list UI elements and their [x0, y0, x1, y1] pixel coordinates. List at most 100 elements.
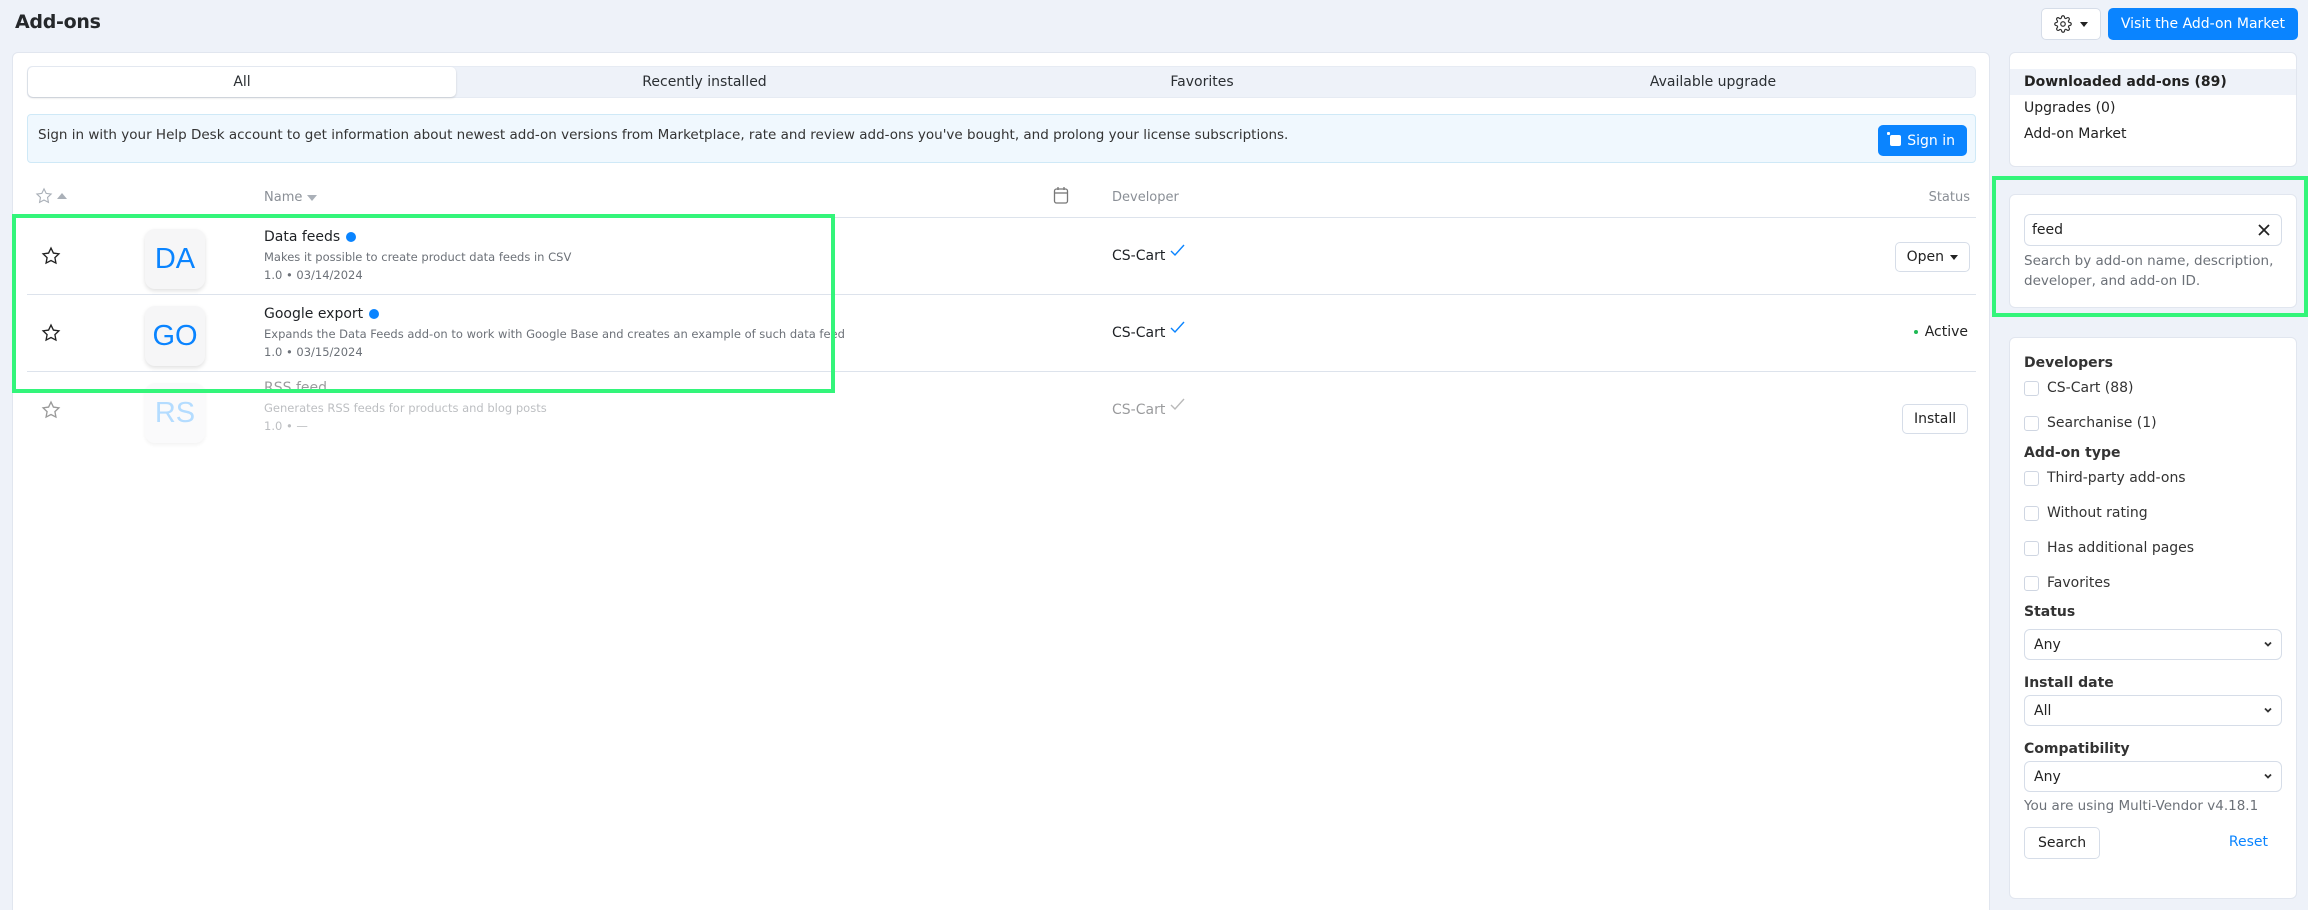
sidebar-item-market[interactable]: Add-on Market: [2010, 121, 2296, 147]
calendar-icon: [1053, 187, 1069, 204]
chevron-down-icon: [2264, 773, 2272, 779]
checkbox-label: Searchanise (1): [2047, 415, 2157, 431]
status-select-value: Any: [2034, 636, 2061, 653]
sort-desc-icon: [307, 194, 318, 201]
status-active: Active: [1913, 324, 1968, 340]
reset-link[interactable]: Reset: [2229, 834, 2268, 850]
search-input[interactable]: [2025, 215, 2245, 245]
addon-name: RSS feed: [264, 380, 327, 396]
sidebar-nav: Downloaded add-ons (89) Upgrades (0) Add…: [2009, 52, 2297, 167]
compatibility-title: Compatibility: [2024, 741, 2130, 757]
page-title: Add-ons: [15, 11, 101, 33]
tab-all[interactable]: All: [28, 67, 456, 97]
checkbox[interactable]: [2024, 540, 2039, 556]
filter-card: Developers CS-Cart (88) Searchanise (1) …: [2009, 337, 2297, 899]
checkbox[interactable]: [2024, 380, 2039, 396]
developer-name: CS-Cart: [1112, 325, 1166, 341]
checkbox-label: Favorites: [2047, 575, 2111, 591]
filter-additional-pages[interactable]: Has additional pages: [2024, 540, 2194, 556]
filter-third-party[interactable]: Third-party add-ons: [2024, 470, 2186, 486]
developers-title: Developers: [2024, 355, 2113, 371]
name-column-header[interactable]: Name: [264, 190, 318, 205]
addon-description: Generates RSS feeds for products and blo…: [264, 401, 547, 415]
tabs: All Recently installed Favorites Availab…: [27, 66, 1976, 98]
addon-meta: 1.0 • 03/14/2024: [264, 268, 363, 282]
addon-name-link[interactable]: RSS feed: [264, 380, 327, 396]
filter-without-rating[interactable]: Without rating: [2024, 505, 2148, 521]
install-button[interactable]: Install: [1902, 404, 1969, 434]
filter-developer-cscart[interactable]: CS-Cart (88): [2024, 380, 2134, 396]
chevron-down-icon: [2264, 641, 2272, 647]
addon-meta: 1.0 • —: [264, 419, 308, 433]
developer-name: CS-Cart: [1112, 402, 1166, 418]
open-label: Open: [1906, 249, 1944, 265]
tab-recently-installed[interactable]: Recently installed: [456, 67, 953, 97]
signin-icon: [1887, 132, 1902, 146]
addon-description: Makes it possible to create product data…: [264, 250, 572, 264]
developer-column-header[interactable]: Developer: [1112, 190, 1179, 205]
signin-button[interactable]: Sign in: [1878, 125, 1967, 156]
top-actions: Visit the Add-on Market: [2040, 8, 2298, 40]
sort-asc-icon: [57, 193, 67, 199]
install-date-select-value: All: [2034, 702, 2052, 719]
addon-name: Data feeds: [264, 229, 341, 245]
install-date-title: Install date: [2024, 675, 2114, 691]
open-dropdown-button[interactable]: Open: [1894, 242, 1970, 272]
installed-dot-icon: [346, 232, 357, 242]
checkbox[interactable]: [2024, 415, 2039, 431]
sidebar-item-upgrades[interactable]: Upgrades (0): [2010, 95, 2296, 121]
checkbox[interactable]: [2024, 470, 2039, 486]
checkbox-label: CS-Cart (88): [2047, 380, 2134, 396]
star-icon: [41, 400, 61, 419]
checkbox[interactable]: [2024, 575, 2039, 591]
installed-dot-icon: [369, 309, 380, 319]
name-column-label: Name: [264, 190, 303, 205]
checkbox-label: Third-party add-ons: [2047, 470, 2186, 486]
gear-icon: [2054, 15, 2072, 33]
favorite-toggle[interactable]: [41, 246, 61, 266]
chevron-down-icon: [2264, 707, 2272, 713]
verified-check-icon: [1170, 398, 1185, 411]
sidebar-item-downloaded[interactable]: Downloaded add-ons (89): [2010, 69, 2296, 95]
star-icon: [35, 187, 53, 204]
tab-favorites[interactable]: Favorites: [953, 67, 1451, 97]
status-label: Active: [1924, 324, 1968, 340]
status-select[interactable]: Any: [2024, 629, 2282, 660]
compatibility-select-value: Any: [2034, 768, 2061, 785]
favorite-toggle[interactable]: [41, 400, 61, 420]
addon-description: Expands the Data Feeds add-on to work wi…: [264, 327, 845, 341]
install-date-select[interactable]: All: [2024, 695, 2282, 726]
addons-table: Name Developer Status DA Data feeds Make…: [27, 180, 1976, 449]
table-row[interactable]: GO Google export Expands the Data Feeds …: [27, 295, 1976, 372]
addon-avatar: GO: [145, 306, 205, 366]
search-card: Search by add-on name, description, deve…: [2009, 194, 2297, 308]
favorite-toggle[interactable]: [41, 323, 61, 343]
search-button[interactable]: Search: [2024, 827, 2101, 859]
addon-name-link[interactable]: Google export: [264, 306, 380, 322]
filter-developer-searchanise[interactable]: Searchanise (1): [2024, 415, 2157, 431]
close-icon[interactable]: [2255, 221, 2273, 239]
status-title: Status: [2024, 604, 2076, 620]
settings-dropdown-button[interactable]: [2040, 8, 2101, 40]
checkbox[interactable]: [2024, 505, 2039, 521]
addon-developer: CS-Cart: [1112, 244, 1185, 264]
verified-check-icon: [1170, 321, 1185, 334]
search-hint: Search by add-on name, description, deve…: [2024, 253, 2274, 289]
table-row[interactable]: RS RSS feed Generates RSS feeds for prod…: [27, 372, 1976, 449]
filter-favorites[interactable]: Favorites: [2024, 575, 2110, 591]
sort-favorite-header[interactable]: [35, 187, 67, 205]
addon-developer: CS-Cart: [1112, 321, 1185, 341]
table-row[interactable]: DA Data feeds Makes it possible to creat…: [27, 218, 1976, 295]
compatibility-select[interactable]: Any: [2024, 761, 2282, 792]
install-date-column-header[interactable]: [1053, 186, 1069, 208]
caret-down-icon: [1950, 254, 1958, 260]
visit-market-button[interactable]: Visit the Add-on Market: [2107, 8, 2298, 40]
addon-name-link[interactable]: Data feeds: [264, 229, 357, 245]
main-panel: All Recently installed Favorites Availab…: [12, 52, 1990, 910]
addon-avatar: DA: [145, 229, 205, 289]
install-label: Install: [1914, 411, 1957, 427]
tab-available-upgrade[interactable]: Available upgrade: [1451, 67, 1975, 97]
status-column-header: Status: [1928, 190, 1970, 205]
star-icon: [41, 246, 61, 265]
caret-down-icon: [2079, 21, 2088, 27]
